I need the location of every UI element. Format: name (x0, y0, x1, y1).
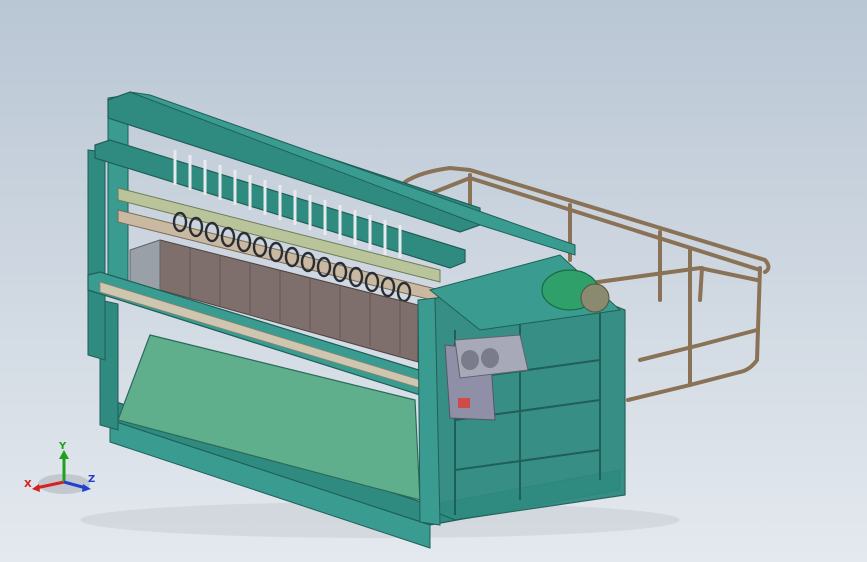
x-axis-head (32, 484, 40, 492)
machine-3d-model[interactable] (0, 0, 867, 562)
cad-viewport[interactable]: X Y Z (0, 0, 867, 562)
axis-triad: X Y Z (24, 441, 95, 494)
x-axis-label: X (24, 479, 32, 490)
left-post (87, 149, 106, 361)
motor (541, 269, 610, 313)
z-axis-label: Z (88, 474, 95, 485)
y-axis-label: Y (58, 441, 67, 452)
